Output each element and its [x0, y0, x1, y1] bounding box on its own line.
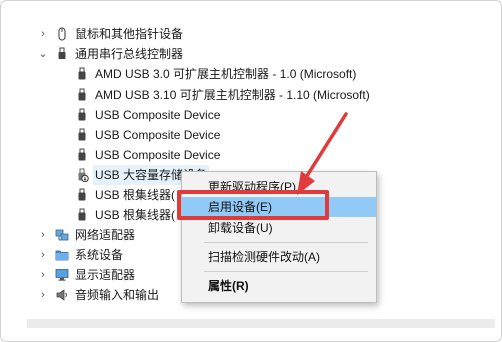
- folder-icon: [55, 250, 69, 261]
- device-manager-window: › 鼠标和其他指针设备 ⌄ 通用串行总线控制器 AMD USB 3.0 可扩展主…: [0, 0, 502, 342]
- callout-arrow-icon: [297, 112, 348, 195]
- monitor-icon: [55, 269, 69, 281]
- horizontal-scrollbar[interactable]: [27, 319, 495, 328]
- menu-separator: [204, 242, 368, 243]
- tree-item-usb-composite-1[interactable]: USB Composite Device: [1, 105, 481, 125]
- tree-item-label: USB Composite Device: [95, 128, 221, 142]
- tree-item-label: 系统设备: [75, 248, 124, 262]
- chevron-down-icon[interactable]: ⌄: [37, 44, 49, 64]
- tree-item-label: 音频输入和输出: [75, 288, 160, 302]
- menu-item-properties[interactable]: 属性(R): [182, 276, 376, 296]
- usb-plug-icon: [78, 148, 86, 161]
- usb-plug-icon: [78, 188, 86, 201]
- tree-item-amd-usb30[interactable]: AMD USB 3.0 可扩展主机控制器 - 1.0 (Microsoft): [1, 64, 481, 84]
- chevron-right-icon[interactable]: ›: [37, 225, 49, 245]
- chevron-right-icon[interactable]: ›: [37, 245, 49, 265]
- tree-item-label: USB 根集线器(: [95, 208, 176, 222]
- mouse-icon: [58, 27, 66, 41]
- usb-plug-icon: [78, 88, 86, 101]
- chevron-right-icon[interactable]: ›: [37, 285, 49, 305]
- menu-item-uninstall-device[interactable]: 卸载设备(U): [182, 218, 376, 238]
- usb-plug-icon: [78, 208, 86, 221]
- tree-item-label: AMD USB 3.0 可扩展主机控制器 - 1.0 (Microsoft): [95, 67, 357, 81]
- tree-item-label: AMD USB 3.10 可扩展主机控制器 - 1.10 (Microsoft): [95, 88, 370, 102]
- speaker-icon: [56, 289, 67, 301]
- usb-disabled-icon: [78, 168, 89, 182]
- tree-item-label: USB Composite Device: [95, 108, 221, 122]
- tree-item-label: USB Composite Device: [95, 148, 221, 162]
- tree-item-label: 通用串行总线控制器: [75, 47, 184, 61]
- usb-plug-icon: [78, 128, 86, 141]
- tree-item-label: 显示适配器: [75, 268, 136, 282]
- tree-item-usb-controllers[interactable]: ⌄ 通用串行总线控制器: [1, 44, 481, 64]
- menu-separator: [204, 271, 368, 272]
- chevron-right-icon[interactable]: ›: [37, 265, 49, 285]
- usb-icon: [58, 47, 66, 59]
- tree-item-label: 网络适配器: [75, 228, 136, 242]
- network-icon: [55, 229, 69, 241]
- tree-item-label: 鼠标和其他指针设备: [75, 27, 184, 41]
- tree-item-amd-usb310[interactable]: AMD USB 3.10 可扩展主机控制器 - 1.10 (Microsoft): [1, 85, 481, 105]
- tree-item-label: USB 根集线器(: [95, 188, 176, 202]
- tree-item-mice[interactable]: › 鼠标和其他指针设备: [1, 24, 481, 44]
- menu-item-scan-hardware[interactable]: 扫描检测硬件改动(A): [182, 247, 376, 267]
- tree-item-usb-composite-2[interactable]: USB Composite Device: [1, 125, 481, 145]
- usb-plug-icon: [78, 108, 86, 121]
- chevron-right-icon[interactable]: ›: [37, 24, 49, 44]
- tree-item-usb-composite-3[interactable]: USB Composite Device: [1, 145, 481, 165]
- usb-plug-icon: [78, 67, 86, 80]
